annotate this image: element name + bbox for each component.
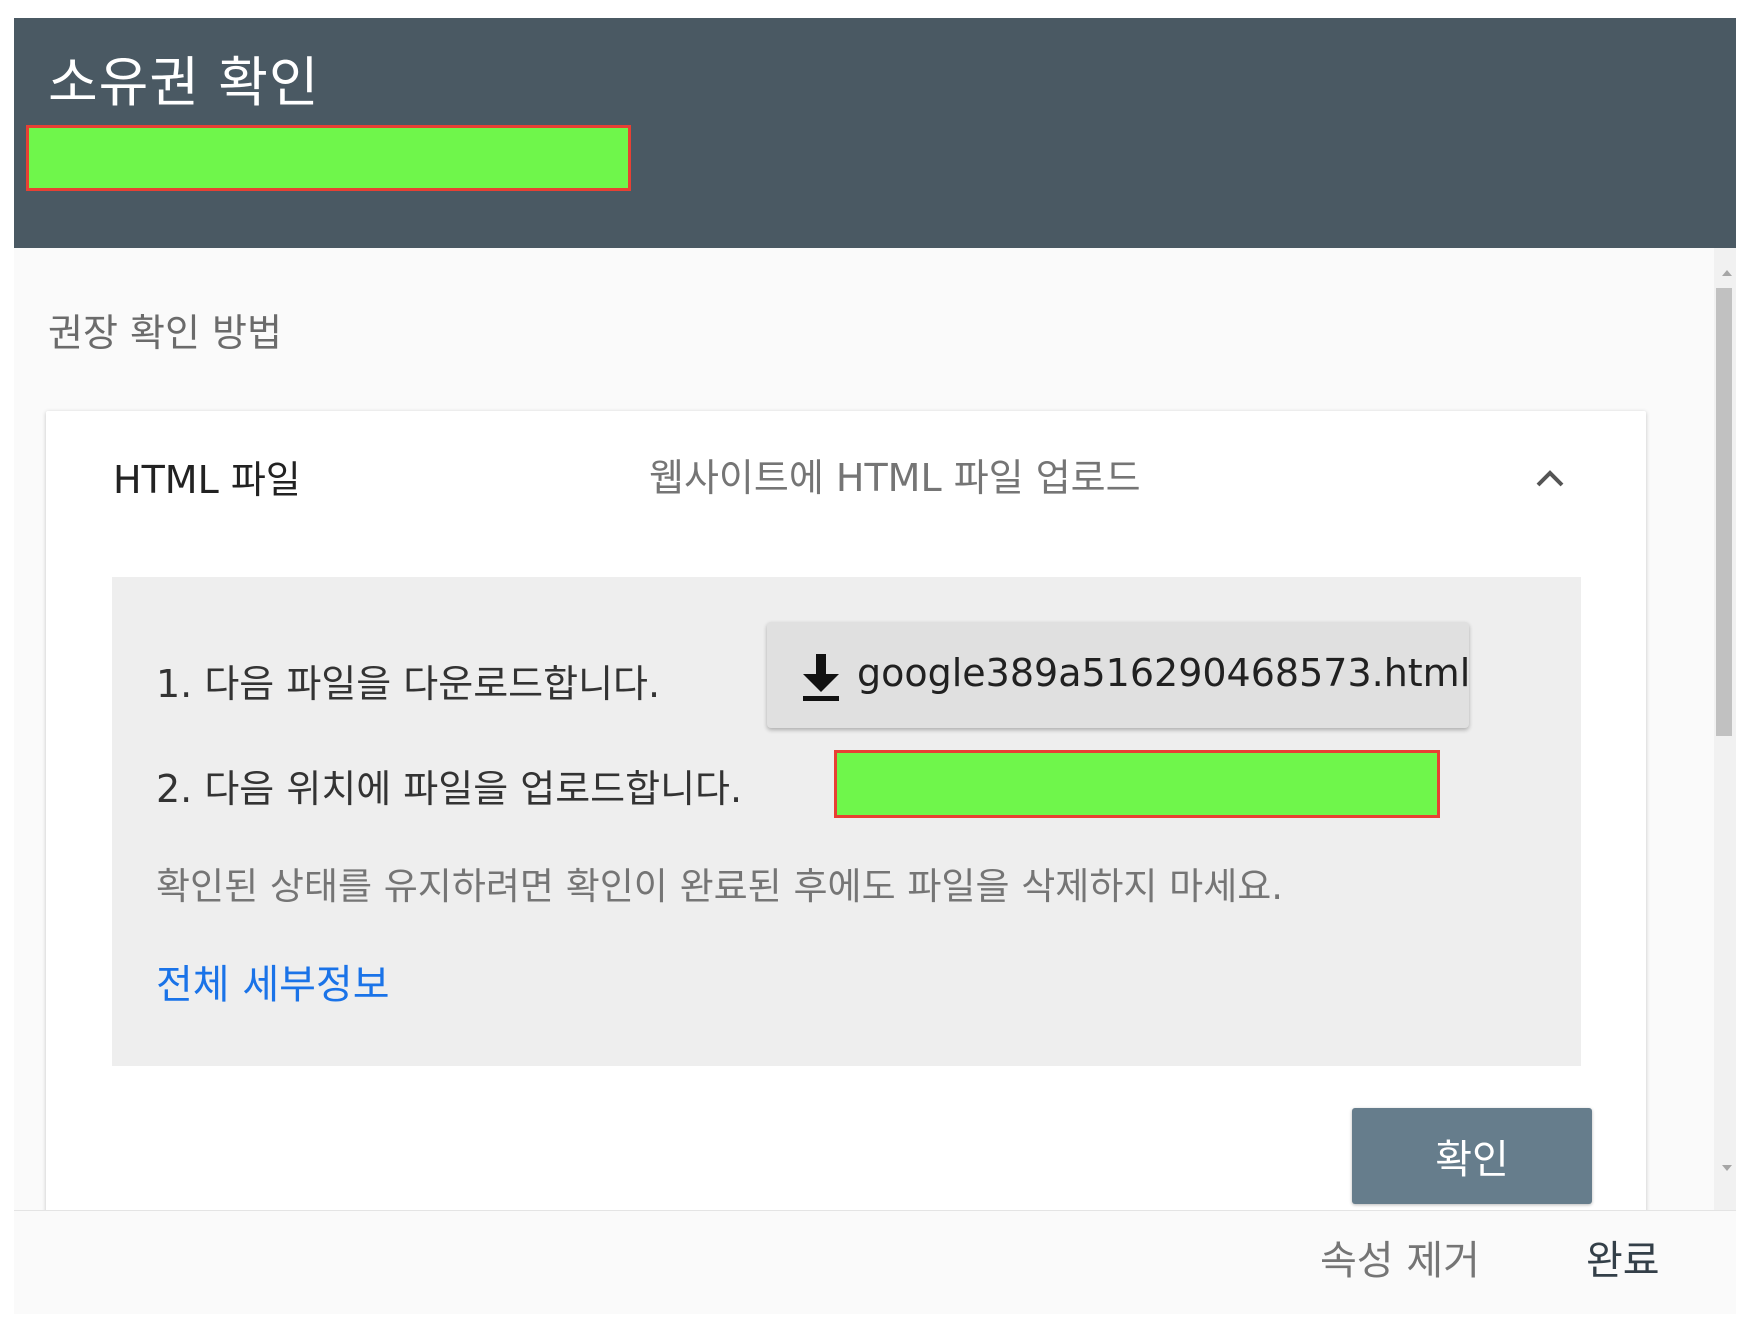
redacted-domain-block <box>26 125 631 191</box>
remove-property-button[interactable]: 속성 제거 <box>1320 1241 1480 1281</box>
dialog-title: 소유권 확인 <box>48 51 320 114</box>
method-title: HTML 파일 <box>113 458 301 502</box>
verify-button[interactable]: 확인 <box>1352 1108 1592 1204</box>
step-2-text: 2. 다음 위치에 파일을 업로드합니다. <box>156 767 743 811</box>
dialog-header: 소유권 확인 <box>14 18 1736 248</box>
full-details-link[interactable]: 전체 세부정보 <box>156 965 390 1005</box>
scroll-down-icon[interactable] <box>1722 1165 1732 1171</box>
step-1-text: 1. 다음 파일을 다운로드합니다. <box>156 662 661 706</box>
download-file-button[interactable]: google389a516290468573.html <box>767 622 1471 728</box>
method-description: 웹사이트에 HTML 파일 업로드 <box>649 456 1141 500</box>
scrollbar-thumb[interactable] <box>1716 288 1732 736</box>
instructions-panel: 1. 다음 파일을 다운로드합니다. google389a51629046857… <box>112 577 1581 1066</box>
scroll-up-icon[interactable] <box>1722 270 1732 276</box>
chevron-up-icon[interactable] <box>1526 455 1574 503</box>
download-icon <box>799 652 843 702</box>
keep-file-note: 확인된 상태를 유지하려면 확인이 완료된 후에도 파일을 삭제하지 마세요. <box>156 865 1284 908</box>
recommended-method-heading: 권장 확인 방법 <box>48 311 282 355</box>
ownership-dialog: 소유권 확인 권장 확인 방법 HTML 파일 웹사이트에 HTML 파일 업로… <box>14 18 1736 1314</box>
dialog-footer: 속성 제거 완료 <box>14 1210 1736 1314</box>
download-file-name: google389a516290468573.html <box>857 651 1471 695</box>
redacted-upload-path <box>834 750 1440 818</box>
done-button[interactable]: 완료 <box>1586 1241 1660 1281</box>
